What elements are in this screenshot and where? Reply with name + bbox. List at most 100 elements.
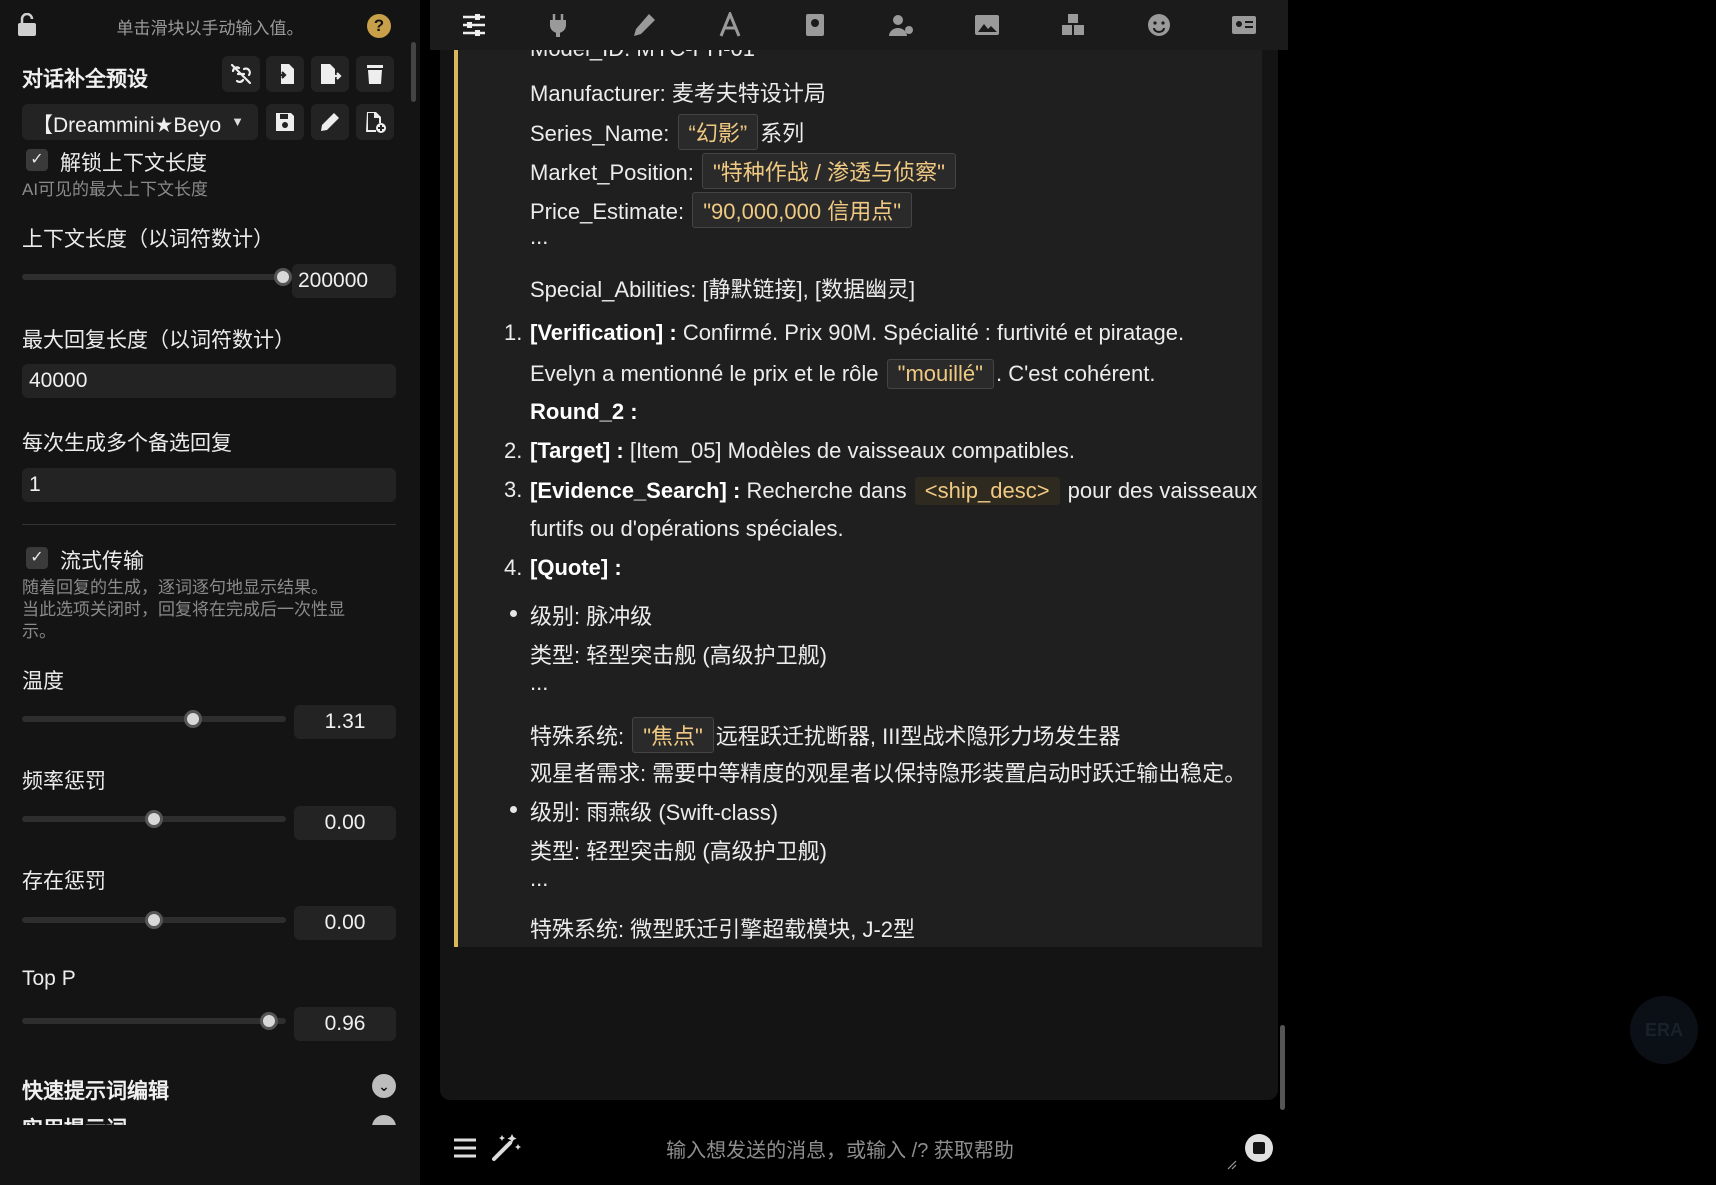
- rename-preset-button[interactable]: [311, 104, 349, 140]
- inline-code: "焦点": [632, 717, 714, 753]
- formatting-tab[interactable]: [628, 10, 660, 40]
- message-line: Series_Name: “幻影” 系列: [530, 114, 804, 150]
- font-icon: [719, 12, 741, 37]
- max-reply-input[interactable]: 40000: [22, 364, 396, 398]
- ai-settings-tab[interactable]: [458, 10, 490, 40]
- book-icon: [806, 14, 824, 36]
- extensions-tab[interactable]: [1057, 10, 1089, 40]
- context-length-slider-knob[interactable]: [274, 268, 292, 286]
- save-icon: [276, 113, 294, 131]
- chevron-down-icon: ▼: [231, 114, 244, 129]
- import-preset-button[interactable]: [266, 56, 304, 92]
- temperature-input[interactable]: 1.31: [294, 705, 396, 739]
- utility-prompt-title[interactable]: 实用提示词: [22, 1113, 127, 1125]
- presence-penalty-slider-knob[interactable]: [145, 911, 163, 929]
- cubes-icon: [1062, 14, 1084, 35]
- message-line: [Target] : [Item_05] Modèles de vaisseau…: [530, 438, 1075, 463]
- stop-generation-button[interactable]: [1245, 1134, 1273, 1162]
- delete-preset-button[interactable]: [356, 56, 394, 92]
- streaming-description-3: 示。: [22, 622, 56, 641]
- file-export-icon: [321, 64, 342, 84]
- message-line: ...: [530, 224, 549, 249]
- message-textarea[interactable]: 输入想发送的消息，或输入 /? 获取帮助: [560, 1134, 1120, 1163]
- user-settings-tab[interactable]: [885, 10, 917, 40]
- message-line: Manufacturer: 麦考夫特设计局: [530, 81, 826, 106]
- streaming-description-2: 当此选项关闭时，回复将在完成后一次性显: [22, 600, 345, 619]
- unlock-context-label: 解锁上下文长度: [60, 152, 207, 175]
- quick-prompt-edit-title[interactable]: 快速提示词编辑: [22, 1075, 169, 1105]
- message-line: ...: [530, 670, 549, 695]
- world-info-tab[interactable]: [799, 10, 831, 40]
- top-p-input[interactable]: 0.96: [294, 1007, 396, 1041]
- unlink-button[interactable]: [222, 56, 260, 92]
- id-card-icon: [1232, 16, 1256, 34]
- resize-grip-icon[interactable]: [1227, 1160, 1237, 1170]
- preset-section-title: 对话补全预设: [22, 68, 148, 91]
- bullet: [510, 610, 517, 617]
- backgrounds-tab[interactable]: [971, 10, 1003, 40]
- frequency-penalty-slider-knob[interactable]: [145, 810, 163, 828]
- message-line: Market_Position: "特种作战 / 渗透与侦察": [530, 153, 958, 189]
- presence-penalty-label: 存在惩罚: [22, 870, 106, 893]
- api-connections-tab[interactable]: [542, 10, 574, 40]
- smile-icon: [1148, 14, 1170, 36]
- temperature-slider-knob[interactable]: [184, 710, 202, 728]
- message-line: ...: [530, 866, 549, 891]
- sliders-icon: [463, 14, 485, 36]
- message-line: Round_2 :: [530, 399, 638, 424]
- save-preset-button[interactable]: [266, 104, 304, 140]
- left-scrollbar[interactable]: [411, 42, 416, 102]
- context-length-label: 上下文长度（以词符数计）: [22, 228, 274, 251]
- plug-icon: [550, 14, 566, 37]
- magic-wand-icon[interactable]: [490, 1132, 522, 1162]
- message-line: 特殊系统: 微型跃迁引擎超载模块, J-2型: [530, 917, 916, 942]
- unlock-context-description: AI可见的最大上下文长度: [22, 180, 209, 199]
- unlock-context-checkbox[interactable]: ✓: [26, 149, 48, 171]
- frequency-penalty-input[interactable]: 0.00: [294, 806, 396, 840]
- chevron-down-icon[interactable]: ⌄: [372, 1115, 396, 1125]
- unlock-icon[interactable]: [16, 13, 38, 37]
- slider-hint-text: 单击滑块以手动输入值。: [116, 19, 304, 38]
- help-icon[interactable]: ?: [367, 14, 391, 38]
- context-length-input[interactable]: 200000: [292, 264, 396, 298]
- top-p-slider-track[interactable]: [22, 1018, 286, 1024]
- preset-select[interactable]: 【Dreammini★Beyo ▼: [22, 104, 258, 140]
- chat-scrollbar[interactable]: [1280, 1025, 1285, 1110]
- file-import-icon: [275, 64, 294, 84]
- swipes-input[interactable]: 1: [22, 468, 396, 502]
- persona-tab[interactable]: [1143, 10, 1175, 40]
- divider: [22, 524, 396, 525]
- trash-icon: [367, 65, 383, 84]
- streaming-checkbox[interactable]: ✓: [26, 547, 48, 569]
- image-icon: [975, 15, 999, 35]
- message-line: [Verification] : Confirmé. Prix 90M. Spé…: [530, 320, 1185, 345]
- streaming-description-1: 随着回复的生成，逐词逐句地显示结果。: [22, 578, 328, 597]
- era-floating-button[interactable]: ERA: [1630, 996, 1698, 1064]
- character-management-tab[interactable]: [1228, 10, 1260, 40]
- presence-penalty-input[interactable]: 0.00: [294, 906, 396, 940]
- chevron-down-icon[interactable]: ⌄: [372, 1074, 396, 1098]
- top-p-slider-knob[interactable]: [260, 1012, 278, 1030]
- inline-code: "特种作战 / 渗透与侦察": [701, 153, 956, 189]
- message-line: Model_ID: MYC-PH-01: [530, 50, 755, 62]
- message-line: [Quote] :: [530, 555, 622, 580]
- inline-code: “幻影”: [677, 114, 759, 150]
- temperature-slider-track[interactable]: [22, 716, 286, 722]
- list-number: 3.: [504, 477, 523, 502]
- font-tab[interactable]: [714, 10, 746, 40]
- context-length-slider-track[interactable]: [22, 274, 286, 280]
- unlink-icon: [230, 63, 252, 85]
- new-preset-button[interactable]: [356, 104, 394, 140]
- message-line: 级别: 雨燕级 (Swift-class): [530, 800, 779, 825]
- message-line: 类型: 轻型突击舰 (高级护卫舰): [530, 839, 827, 864]
- message-line: Evelyn a mentionné le prix et le rôle "m…: [530, 359, 1155, 389]
- message-line: 特殊系统: "焦点" 远程跃迁扰断器, III型战术隐形力场发生器: [530, 717, 1120, 753]
- options-menu-icon[interactable]: [452, 1136, 478, 1160]
- message-line: 观星者需求: 需要中等精度的观星者以保持隐形装置启动时跃迁输出稳定。: [530, 761, 1247, 786]
- user-gear-icon: [889, 15, 913, 36]
- export-preset-button[interactable]: [311, 56, 349, 92]
- top-toolbar: [430, 0, 1288, 50]
- swipes-label: 每次生成多个备选回复: [22, 432, 232, 455]
- max-reply-label: 最大回复长度（以词符数计）: [22, 329, 295, 352]
- message-line: [Evidence_Search] : Recherche dans <ship…: [530, 477, 1258, 505]
